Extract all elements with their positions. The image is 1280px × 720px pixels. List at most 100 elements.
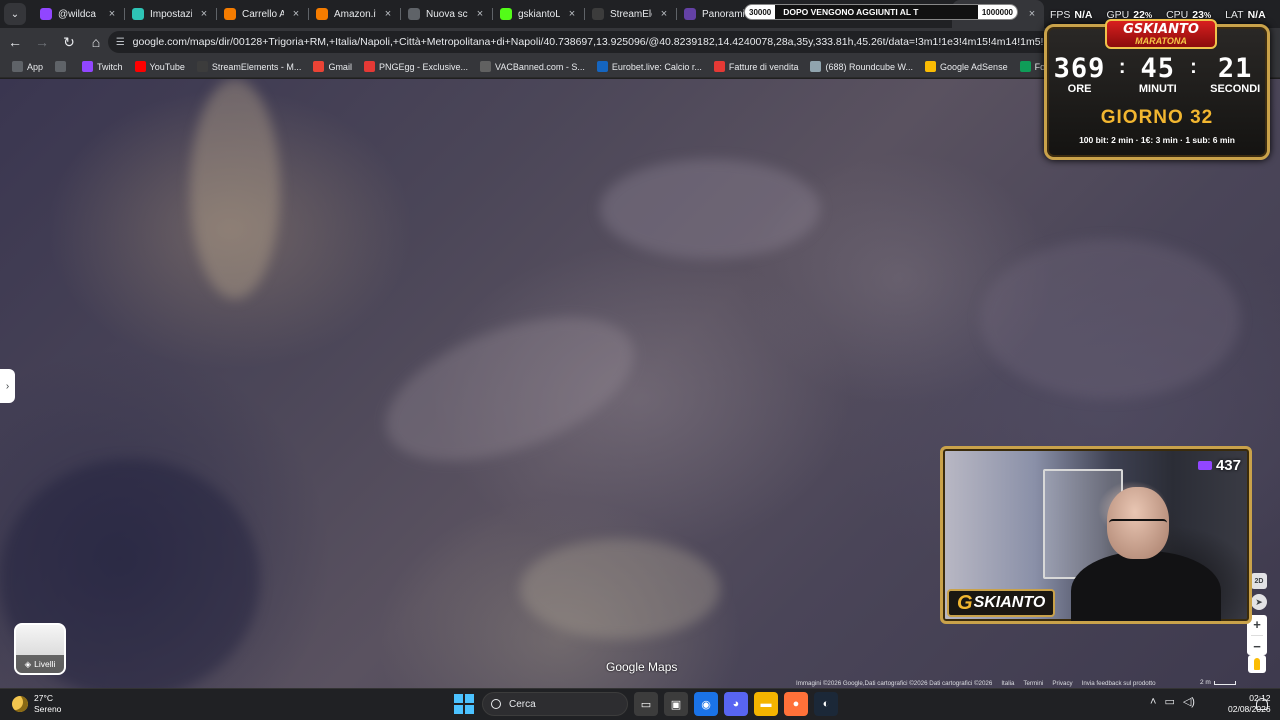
side-panel-toggle[interactable]: › <box>0 369 15 403</box>
hours-label: ORE <box>1067 83 1092 95</box>
reload-button[interactable]: ↻ <box>57 30 81 54</box>
browser-tab[interactable]: Nuova scheda × <box>400 0 492 28</box>
gskianto-logo: G SKIANTO <box>947 589 1056 617</box>
layers-button[interactable]: ◈ Livelli <box>14 623 66 675</box>
bookmark-label: VACBanned.com - S... <box>494 61 585 72</box>
tilt-2d-button[interactable]: 2D <box>1251 573 1267 589</box>
bookmark-item[interactable]: Gmail <box>307 56 358 78</box>
bookmark-item[interactable]: App <box>6 56 49 78</box>
map-scale[interactable]: 2 m <box>1200 679 1236 686</box>
bookmark-label: YouTube <box>149 61 185 72</box>
weather-condition: Sereno <box>34 704 62 714</box>
webcam-overlay: 437 G SKIANTO <box>940 446 1252 624</box>
bookmark-item[interactable]: YouTube <box>129 56 191 78</box>
browser-tab[interactable]: gskiantoLive × <box>492 0 584 28</box>
bookmark-label: Google AdSense <box>940 61 1008 72</box>
close-tab-icon[interactable]: × <box>658 8 670 20</box>
start-button[interactable] <box>452 692 476 716</box>
terms-link[interactable]: Termini <box>1023 680 1043 688</box>
home-button[interactable]: ⌂ <box>84 30 108 54</box>
marathon-timer-overlay: GSKIANTO MARATONA 369 ORE : 45 MINUTI : 21… <box>1044 19 1270 160</box>
scale-bar <box>1213 680 1236 685</box>
site-settings-icon[interactable]: ☰ <box>114 35 127 49</box>
browser-tab[interactable]: Impostazioni × <box>124 0 216 28</box>
browser-tab[interactable]: StreamElem × <box>584 0 676 28</box>
browser-tab[interactable]: Amazon.it : × <box>308 0 400 28</box>
tray-overflow-icon[interactable]: ˄ <box>1150 696 1156 708</box>
bookmark-item[interactable]: Eurobet.live: Calcio r... <box>591 56 708 78</box>
zoom-out-button[interactable]: − <box>1253 639 1261 654</box>
minutes-value: 45 <box>1140 53 1176 84</box>
close-tab-icon[interactable]: × <box>106 8 118 20</box>
street-view-pegman-icon[interactable] <box>1248 655 1266 673</box>
close-tab-icon[interactable]: × <box>566 8 578 20</box>
close-tab-icon[interactable]: × <box>198 8 210 20</box>
hours-value: 369 <box>1053 53 1106 84</box>
twitch-dashboard-icon <box>684 8 696 20</box>
weather-widget[interactable]: 27°C Sereno <box>12 693 61 715</box>
close-tab-icon[interactable]: × <box>290 8 302 20</box>
privacy-link[interactable]: Privacy <box>1052 680 1072 688</box>
bookmark-item[interactable]: VACBanned.com - S... <box>474 56 591 78</box>
twitch-icon <box>82 61 94 72</box>
bookmark-item[interactable] <box>49 56 76 78</box>
volume-icon[interactable]: ◁) <box>1183 695 1195 708</box>
firefox-icon[interactable]: ● <box>784 692 808 716</box>
address-bar[interactable]: ☰ google.com/maps/dir/00128+Trigoria+RM,… <box>108 31 1068 53</box>
document-icon <box>713 61 725 72</box>
tab-title: Impostazioni <box>150 8 192 20</box>
bookmark-item[interactable]: Fatture di vendita <box>708 56 805 78</box>
fps-stat: FPS N/A <box>1050 9 1093 21</box>
country-link[interactable]: Italia <box>1001 680 1014 688</box>
streamelements-icon <box>592 8 604 20</box>
bookmark-item[interactable]: StreamElements - M... <box>191 56 308 78</box>
gmail-icon <box>313 61 325 72</box>
donation-goal-ticker: 30000 DOPO VENGONO AGGIUNTI AL T 1000000 <box>744 4 1018 20</box>
bookmark-item[interactable]: Twitch <box>76 56 129 78</box>
task-view-icon[interactable]: ▭ <box>634 692 658 716</box>
streamer-body <box>1071 551 1221 621</box>
browser-tab[interactable]: Carrello Ama × <box>216 0 308 28</box>
bookmark-item[interactable]: PNGEgg - Exclusive... <box>358 56 474 78</box>
close-tab-icon[interactable]: × <box>474 8 486 20</box>
twitch-icon <box>40 8 52 20</box>
tab-title: gskiantoLive <box>518 8 560 20</box>
back-button[interactable]: ← <box>3 30 27 54</box>
eurobet-icon <box>596 61 608 72</box>
store-icon[interactable]: ▣ <box>664 692 688 716</box>
browser-tab[interactable]: @wildca × <box>32 0 124 28</box>
bookmark-item[interactable]: Google AdSense <box>919 56 1014 78</box>
minutes-label: MINUTI <box>1138 83 1177 95</box>
network-icon[interactable]: ▭ <box>1164 695 1174 708</box>
tab-search-button[interactable]: ⌄ <box>4 3 26 25</box>
close-tab-icon[interactable]: × <box>1026 8 1038 20</box>
notification-bell-icon[interactable] <box>1256 698 1268 710</box>
kick-icon <box>500 8 512 20</box>
vacbanned-icon <box>479 61 491 72</box>
compass-icon[interactable]: ➤ <box>1251 594 1267 610</box>
chrome-icon[interactable]: ◉ <box>694 692 718 716</box>
viewer-count: 437 <box>1197 457 1241 474</box>
close-tab-icon[interactable]: × <box>382 8 394 20</box>
logo-initial: G <box>957 591 973 614</box>
file-explorer-icon[interactable]: ▬ <box>754 692 778 716</box>
taskbar-search[interactable]: Cerca <box>482 692 628 716</box>
url-text[interactable]: google.com/maps/dir/00128+Trigoria+RM,+I… <box>133 36 1068 48</box>
feedback-link[interactable]: Invia feedback sul prodotto <box>1082 680 1156 688</box>
layers-icon: ◈ <box>24 658 32 669</box>
steam-icon[interactable]: ◐ <box>814 692 838 716</box>
bookmark-label: App <box>27 61 44 72</box>
discord-icon[interactable]: ◕ <box>724 692 748 716</box>
streamlabs-icon <box>132 8 144 20</box>
tab-title: Amazon.it : <box>334 8 376 20</box>
bookmark-item[interactable]: (688) Roundcube W... <box>804 56 919 78</box>
temperature: 27°C <box>34 693 53 703</box>
zoom-in-button[interactable]: + <box>1253 617 1261 632</box>
amazon-icon <box>224 8 236 20</box>
bookmark-label: StreamElements - M... <box>211 61 302 72</box>
youtube-icon <box>134 61 146 72</box>
tab-title: Panoramica <box>702 8 744 20</box>
brand-subtitle: MARATONA <box>1135 35 1187 46</box>
scale-label: 2 m <box>1200 679 1211 686</box>
forward-button[interactable]: → <box>30 30 54 54</box>
